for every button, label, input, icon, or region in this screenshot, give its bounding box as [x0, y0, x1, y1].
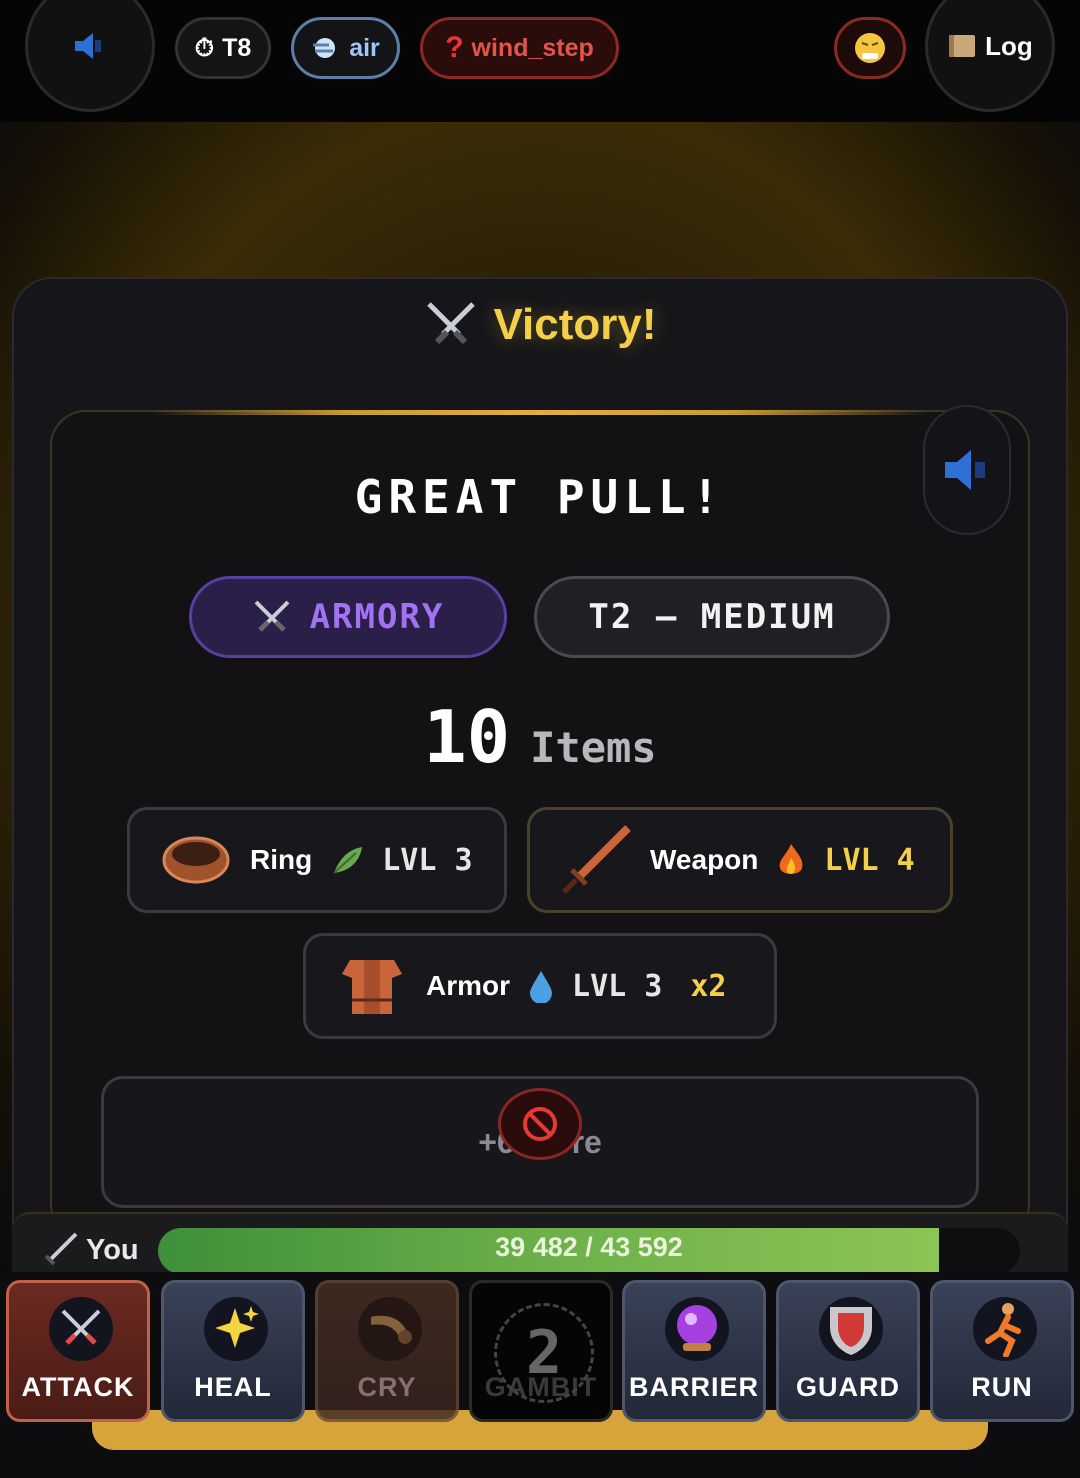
- card-accent-line: [150, 410, 930, 415]
- item-multiplier: x2: [690, 968, 727, 1004]
- item-name: Ring: [250, 844, 313, 875]
- gambit-count: 2: [494, 1303, 594, 1403]
- barrier-button[interactable]: BARRIER: [622, 1280, 766, 1422]
- speaker-icon: [75, 33, 101, 59]
- horn-icon: [358, 1297, 422, 1361]
- victory-title: Victory!: [0, 300, 1080, 350]
- item-name: Weapon: [650, 844, 759, 875]
- source-tag: ARMORY: [189, 576, 507, 658]
- status-label: wind_step: [471, 33, 594, 62]
- cry-label: CRY: [357, 1372, 417, 1402]
- leaf-icon: [333, 847, 363, 874]
- runner-icon: [973, 1297, 1037, 1361]
- timer-icon: ⏱: [194, 33, 215, 62]
- prohibited-icon: [498, 1088, 582, 1160]
- element-label: air: [349, 33, 380, 62]
- shield-icon: [819, 1297, 883, 1361]
- gambit-button[interactable]: 2 GAMBIT: [469, 1280, 613, 1422]
- sword-icon: [562, 825, 631, 894]
- item-count-label: Items: [530, 723, 657, 772]
- loot-item-ring[interactable]: Ring LVL 3: [127, 807, 507, 913]
- crossed-swords-icon: [254, 600, 289, 632]
- heal-label: HEAL: [194, 1372, 272, 1402]
- item-count: 10 Items: [0, 695, 1080, 779]
- ring-icon: [162, 836, 230, 884]
- hp-text: 39 482 / 43 592: [495, 1232, 683, 1262]
- item-name: Armor: [426, 970, 511, 1001]
- run-button[interactable]: RUN: [930, 1280, 1074, 1422]
- item-count-number: 10: [423, 695, 511, 779]
- run-label: RUN: [971, 1372, 1033, 1402]
- source-label: ARMORY: [309, 597, 445, 637]
- crossed-swords-icon: [49, 1297, 113, 1361]
- crossed-swords-icon: [427, 302, 476, 345]
- angry-face-icon: [855, 33, 885, 63]
- armor-icon: [342, 960, 402, 1014]
- question-icon: ?: [445, 31, 464, 64]
- fire-icon: [780, 844, 803, 874]
- guard-button[interactable]: GUARD: [776, 1280, 920, 1422]
- sparkles-icon: [204, 1297, 268, 1361]
- barrier-label: BARRIER: [628, 1372, 759, 1402]
- log-label: Log: [985, 30, 1033, 61]
- cry-button[interactable]: CRY: [315, 1280, 459, 1422]
- emote-button[interactable]: [834, 17, 906, 79]
- element-badge[interactable]: air: [291, 17, 400, 79]
- wind-icon: [313, 38, 336, 58]
- turn-badge: ⏱ T8: [175, 17, 271, 79]
- status-badge[interactable]: ? wind_step: [420, 17, 619, 79]
- attack-button[interactable]: ATTACK: [6, 1280, 150, 1422]
- turn-label: T8: [222, 33, 252, 62]
- pull-headline: GREAT PULL!: [354, 470, 726, 524]
- loot-item-armor[interactable]: Armor LVL 3 x2: [303, 933, 777, 1039]
- heal-button[interactable]: HEAL: [161, 1280, 305, 1422]
- scroll-icon: [949, 35, 976, 57]
- crystal-ball-icon: [665, 1297, 729, 1361]
- item-level: LVL 3: [572, 968, 663, 1004]
- loot-item-weapon[interactable]: Weapon LVL 4: [527, 807, 953, 913]
- victory-label: Victory!: [493, 300, 657, 349]
- water-drop-icon: [530, 971, 553, 1003]
- attack-label: ATTACK: [21, 1372, 135, 1402]
- item-level: LVL 3: [382, 842, 473, 878]
- dagger-icon: [44, 1232, 78, 1266]
- item-level: LVL 4: [824, 842, 915, 878]
- tier-tag: T2 — MEDIUM: [534, 576, 890, 658]
- player-name-label: You: [86, 1233, 139, 1266]
- guard-label: GUARD: [796, 1372, 900, 1402]
- player-name: You: [40, 1232, 139, 1268]
- tier-label: T2 — MEDIUM: [588, 597, 836, 637]
